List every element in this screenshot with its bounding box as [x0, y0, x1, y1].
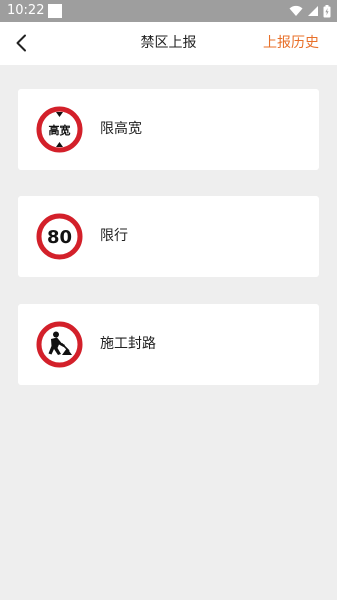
status-time: 10:22: [7, 3, 45, 18]
road-work-sign-icon: [36, 321, 83, 368]
height-width-limit-sign-icon: 高宽: [36, 106, 83, 153]
notification-square-icon: [48, 4, 62, 18]
battery-charging-icon: [323, 4, 331, 17]
cell-signal-icon: [308, 6, 318, 16]
chevron-left-icon: [16, 34, 26, 52]
card-road-work[interactable]: 施工封路: [18, 304, 319, 385]
wifi-icon: [289, 5, 303, 16]
card-label: 限高宽: [100, 121, 142, 137]
card-height-width-limit[interactable]: 高宽 限高宽: [18, 89, 319, 170]
speed-limit-sign-icon: 80: [36, 213, 83, 260]
card-label: 施工封路: [100, 336, 156, 352]
status-bar: 10:22: [0, 0, 337, 22]
card-label: 限行: [100, 228, 128, 244]
status-icons: [289, 3, 331, 19]
card-speed-limit[interactable]: 80 限行: [18, 196, 319, 277]
sign-text-speed: 80: [47, 227, 72, 248]
app-bar: 禁区上报 上报历史: [0, 22, 337, 65]
sign-text-height-width: 高宽: [49, 123, 71, 137]
report-type-list: 高宽 限高宽 80 限行 施工封路: [0, 65, 337, 600]
back-button[interactable]: [10, 32, 32, 54]
report-history-link[interactable]: 上报历史: [263, 22, 319, 65]
